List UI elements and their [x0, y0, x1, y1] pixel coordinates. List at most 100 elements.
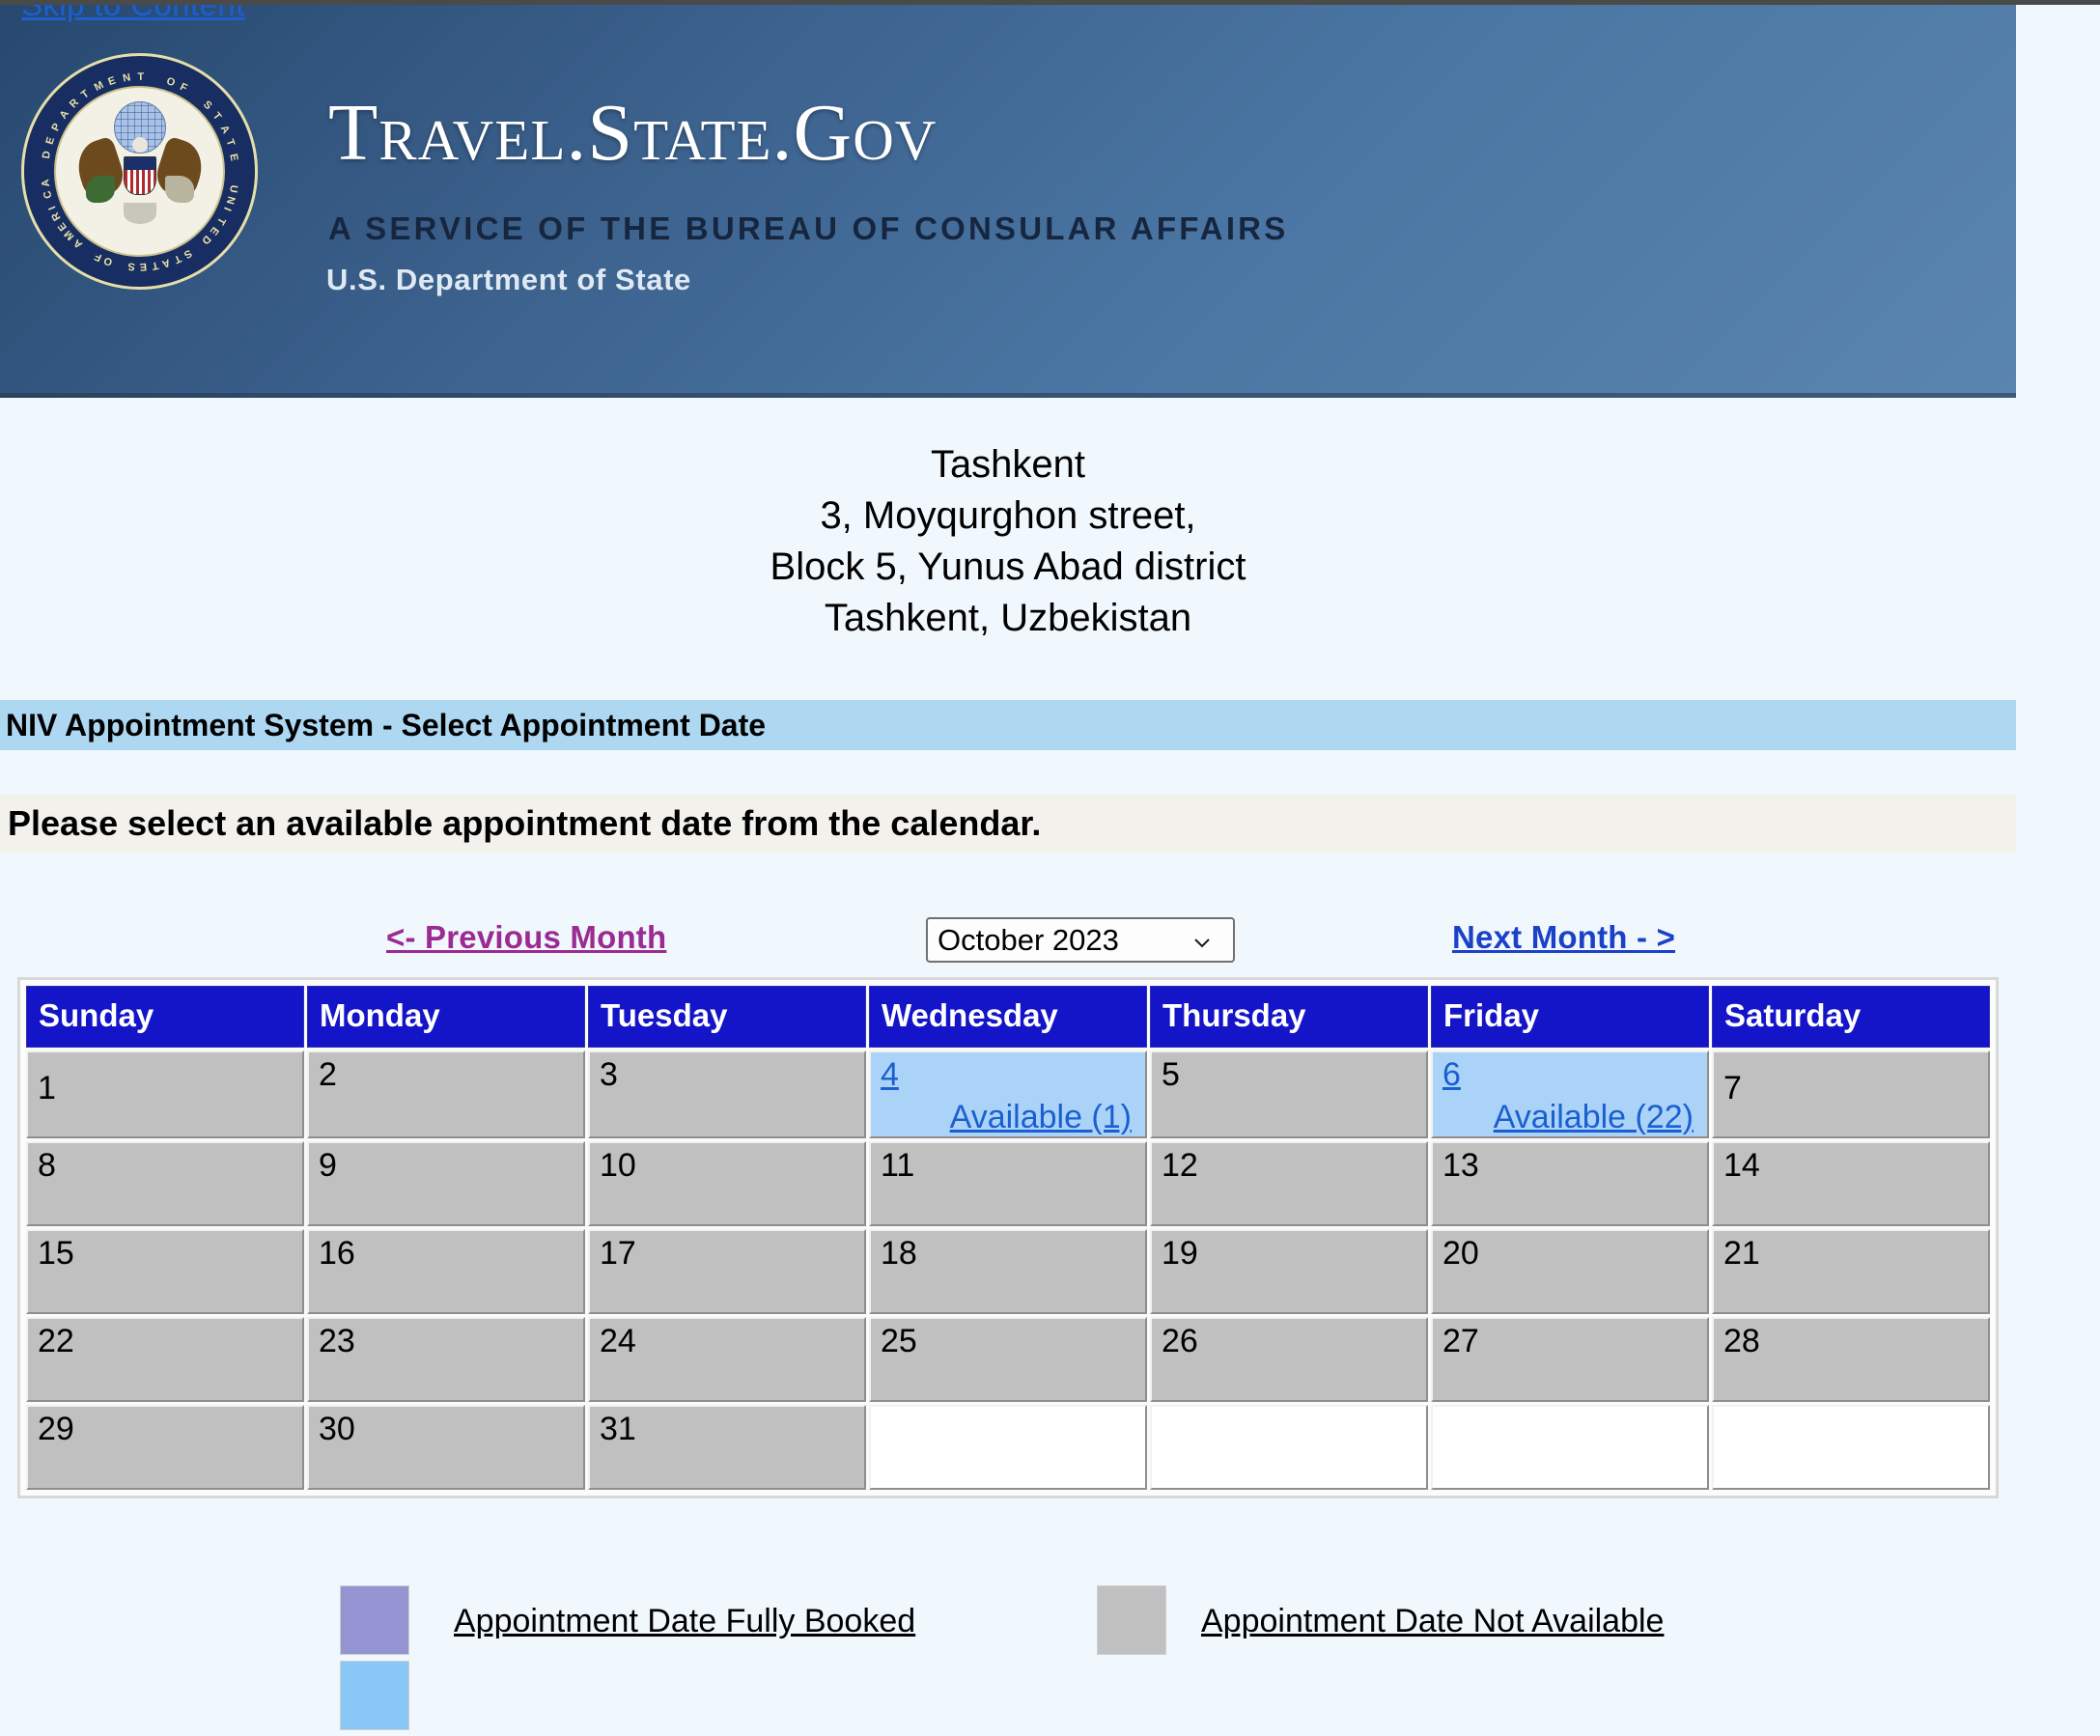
calendar-header-thursday: Thursday: [1150, 986, 1428, 1048]
calendar-day-number-link[interactable]: 6: [1442, 1056, 1461, 1093]
site-subtitle: A SERVICE OF THE BUREAU OF CONSULAR AFFA…: [328, 210, 1289, 246]
calendar-day-cell: 27: [1431, 1316, 1709, 1402]
legend-swatch-available: [340, 1661, 409, 1730]
calendar-header-monday: Monday: [307, 986, 585, 1048]
calendar-day-number: 10: [600, 1146, 636, 1184]
appointment-calendar: Sunday Monday Tuesday Wednesday Thursday Frid…: [23, 983, 1993, 1493]
calendar-day-number: 4: [881, 1056, 1145, 1093]
calendar-day-cell: 11: [869, 1140, 1147, 1226]
calendar-day-number: 28: [1723, 1322, 1760, 1359]
calendar-day-number-link[interactable]: 4: [881, 1056, 899, 1093]
calendar-day-number: 2: [319, 1056, 337, 1093]
calendar-container: Sunday Monday Tuesday Wednesday Thursday Frid…: [17, 977, 1999, 1498]
calendar-day-cell: 30: [307, 1404, 585, 1490]
instruction-bar: Please select an available appointment d…: [0, 795, 2016, 853]
calendar-day-cell: 28: [1712, 1316, 1990, 1402]
calendar-day-number: 14: [1723, 1146, 1760, 1184]
site-banner: DEPARTMENT OF STATEUNITED STATES OF AMER…: [0, 0, 2016, 398]
calendar-day-cell: 18: [869, 1228, 1147, 1314]
calendar-day-cell: 12: [1150, 1140, 1428, 1226]
legend-label-not-available: Appointment Date Not Available: [1201, 1603, 1665, 1639]
page-root: DEPARTMENT OF STATEUNITED STATES OF AMER…: [0, 0, 2100, 1730]
calendar-availability-line: Available (22): [1442, 1099, 1707, 1136]
calendar-day-number: 30: [319, 1410, 355, 1447]
calendar-day-cell: 22: [26, 1316, 304, 1402]
calendar-availability-link[interactable]: Available (1): [950, 1099, 1132, 1135]
legend-swatch-not-available: [1097, 1585, 1166, 1655]
calendar-day-number: 3: [600, 1056, 618, 1093]
calendar-cell-empty: [1150, 1404, 1428, 1490]
previous-month-link[interactable]: <- Previous Month: [386, 919, 666, 956]
calendar-day-number: 23: [319, 1322, 355, 1359]
month-year-select[interactable]: October 2023: [926, 917, 1235, 963]
calendar-day-number: 27: [1442, 1322, 1479, 1359]
calendar-day-number: 22: [38, 1322, 74, 1359]
calendar-day-cell: 15: [26, 1228, 304, 1314]
calendar-day-number: 21: [1723, 1234, 1760, 1272]
instruction-text: Please select an available appointment d…: [8, 803, 1042, 843]
calendar-day-cell[interactable]: 4 Available (1): [869, 1050, 1147, 1138]
calendar-day-cell: 24: [588, 1316, 866, 1402]
calendar-day-number: 8: [38, 1146, 56, 1184]
right-gutter: [2016, 0, 2100, 1657]
calendar-nav-row: <- Previous Month October 2023 Next Mont…: [0, 917, 2016, 977]
legend-label-fully-booked: Appointment Date Fully Booked: [454, 1603, 916, 1639]
calendar-day-cell: 8: [26, 1140, 304, 1226]
calendar-day-cell: 13: [1431, 1140, 1709, 1226]
top-divider: [0, 0, 2100, 5]
calendar-week-row: 8 9 10 11 12 13 14: [26, 1140, 1990, 1226]
post-address-line: Tashkent: [930, 443, 1086, 486]
calendar-day-cell: 31: [588, 1404, 866, 1490]
calendar-day-cell[interactable]: 6 Available (22): [1431, 1050, 1709, 1138]
section-title: NIV Appointment System - Select Appointm…: [6, 707, 767, 742]
eagle-icon: [70, 135, 210, 225]
calendar-day-cell: 16: [307, 1228, 585, 1314]
calendar-day-cell: 3: [588, 1050, 866, 1138]
calendar-day-number: 26: [1162, 1322, 1198, 1359]
legend-row: Appointment Date Fully Booked Appointmen…: [0, 1585, 2016, 1661]
calendar-day-number: 31: [600, 1410, 636, 1447]
post-address-line: Tashkent, Uzbekistan: [824, 597, 1192, 639]
calendar-day-number: 11: [881, 1146, 915, 1184]
calendar-day-number: 25: [881, 1322, 917, 1359]
calendar-day-cell: 26: [1150, 1316, 1428, 1402]
calendar-availability-line: Available (1): [881, 1099, 1145, 1136]
calendar-day-cell: 10: [588, 1140, 866, 1226]
calendar-day-number: 19: [1162, 1234, 1198, 1272]
calendar-day-cell: 1: [26, 1050, 304, 1138]
calendar-day-number: 5: [1162, 1056, 1180, 1093]
calendar-header-tuesday: Tuesday: [588, 986, 866, 1048]
calendar-day-number: 18: [881, 1234, 917, 1272]
calendar-week-row: 29 30 31: [26, 1404, 1990, 1490]
calendar-day-cell: 29: [26, 1404, 304, 1490]
calendar-day-number: 9: [319, 1146, 337, 1184]
post-address-line: Block 5, Yunus Abad district: [770, 546, 1246, 588]
calendar-day-number: 12: [1162, 1146, 1198, 1184]
calendar-day-cell: 25: [869, 1316, 1147, 1402]
calendar-day-number: 24: [600, 1322, 636, 1359]
site-title: Travel.State.Gov: [328, 88, 938, 178]
calendar-day-cell: 5: [1150, 1050, 1428, 1138]
calendar-day-cell: 20: [1431, 1228, 1709, 1314]
calendar-day-cell: 21: [1712, 1228, 1990, 1314]
calendar-header-saturday: Saturday: [1712, 986, 1990, 1048]
calendar-cell-empty: [1431, 1404, 1709, 1490]
site-agency: U.S. Department of State: [326, 263, 691, 296]
calendar-day-cell: 23: [307, 1316, 585, 1402]
post-address-line: 3, Moyqurghon street,: [820, 494, 1196, 537]
calendar-header-wednesday: Wednesday: [869, 986, 1147, 1048]
calendar-header-friday: Friday: [1431, 986, 1709, 1048]
calendar-day-number: 1: [38, 1070, 56, 1106]
calendar-day-number: 20: [1442, 1234, 1479, 1272]
calendar-day-cell: 7: [1712, 1050, 1990, 1138]
legend-row: [0, 1661, 2016, 1736]
calendar-day-cell: 14: [1712, 1140, 1990, 1226]
post-address: Tashkent 3, Moyqurghon street, Block 5, …: [0, 439, 2016, 644]
calendar-header-row: Sunday Monday Tuesday Wednesday Thursday Frid…: [26, 986, 1990, 1048]
calendar-availability-link[interactable]: Available (22): [1494, 1099, 1694, 1135]
calendar-day-number: 17: [600, 1234, 636, 1272]
calendar-day-cell: 2: [307, 1050, 585, 1138]
calendar-day-cell: 19: [1150, 1228, 1428, 1314]
calendar-day-number: 6: [1442, 1056, 1707, 1093]
next-month-link[interactable]: Next Month - >: [1452, 919, 1675, 956]
